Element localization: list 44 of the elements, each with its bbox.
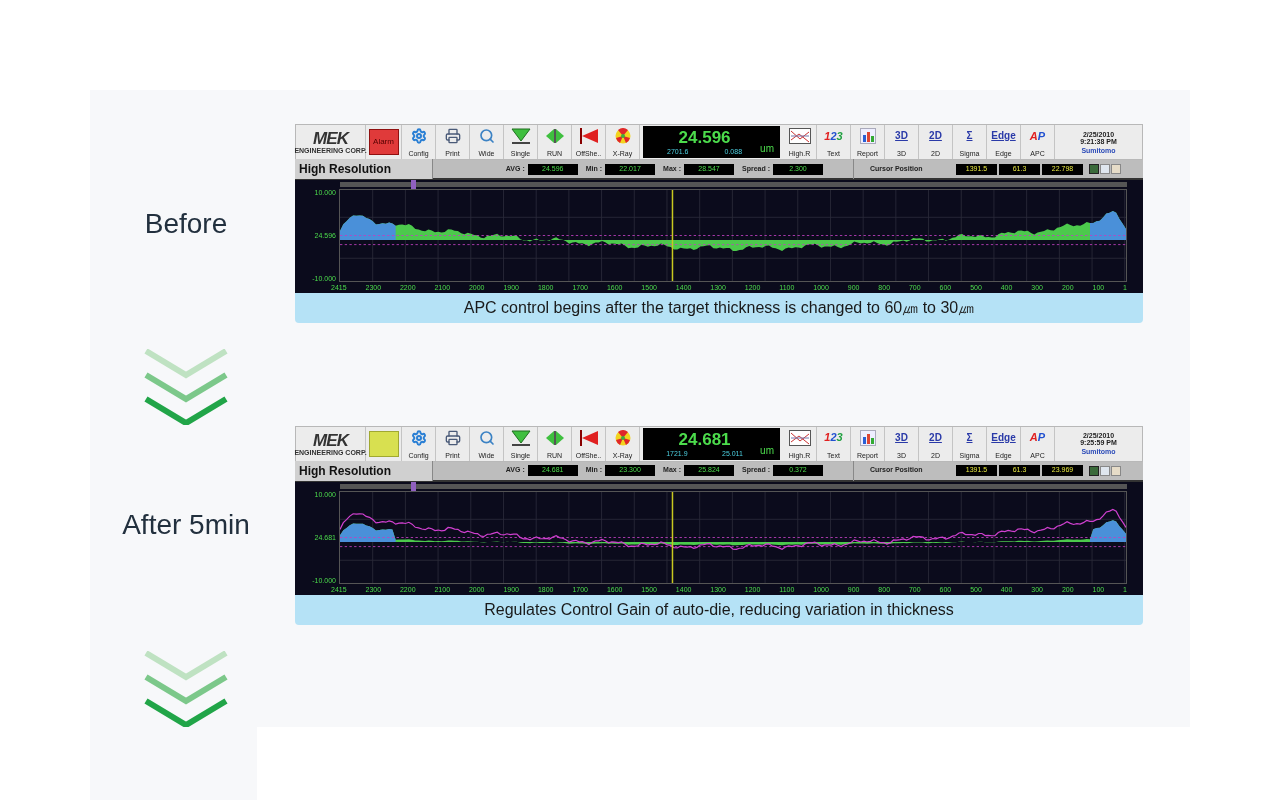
chevrons-down-icon bbox=[144, 349, 228, 425]
triangle-icon bbox=[510, 429, 531, 446]
gear-icon bbox=[410, 128, 427, 144]
caption-bar: APC control begins after the target thickness is changed to 60㎛ to 30㎛ bbox=[295, 293, 1143, 323]
view-title: High Resolution bbox=[295, 460, 433, 481]
bar-chart-icon bbox=[859, 429, 876, 446]
radiation-icon bbox=[613, 429, 632, 446]
view-title: High Resolution bbox=[295, 159, 433, 179]
chevrons-down-icon bbox=[144, 650, 228, 727]
scroll-track[interactable] bbox=[340, 483, 1127, 489]
section-label: After 5min bbox=[122, 508, 250, 542]
bar-chart-icon bbox=[859, 128, 876, 144]
caption-bar: Regulates Control Gain of auto-die, reducing variation in thickness bbox=[295, 594, 1143, 625]
glyph-icon: 123 bbox=[824, 432, 843, 443]
flag-icon bbox=[578, 429, 599, 446]
magnifier-icon bbox=[478, 429, 495, 446]
glyph-icon: AP bbox=[1029, 432, 1046, 443]
glyph-icon: 3D bbox=[895, 131, 908, 141]
radiation-icon bbox=[613, 128, 632, 144]
glyph-icon: 123 bbox=[824, 130, 843, 142]
flag-icon bbox=[578, 128, 599, 144]
magnifier-icon bbox=[478, 128, 495, 144]
gear-icon bbox=[410, 429, 427, 446]
glyph-icon: Σ bbox=[966, 131, 973, 141]
glyph-icon: Σ bbox=[966, 432, 973, 443]
printer-icon bbox=[444, 128, 461, 144]
section-label: Before bbox=[144, 206, 228, 241]
glyph-icon: 3D bbox=[895, 432, 908, 443]
glyph-icon: 2D bbox=[929, 131, 942, 141]
glyph-icon: AP bbox=[1029, 130, 1046, 142]
line-graph-icon bbox=[788, 128, 811, 144]
alarm-indicator[interactable] bbox=[368, 430, 399, 457]
diamond-icon bbox=[544, 128, 565, 144]
scroll-thumb[interactable] bbox=[410, 481, 416, 491]
triangle-icon bbox=[510, 128, 531, 144]
glyph-icon: Edge bbox=[991, 432, 1016, 443]
printer-icon bbox=[444, 429, 461, 446]
alarm-indicator[interactable]: Alarm bbox=[368, 129, 399, 155]
scroll-track[interactable] bbox=[340, 182, 1127, 187]
glyph-icon: 2D bbox=[929, 432, 942, 443]
diamond-icon bbox=[544, 429, 565, 446]
line-graph-icon bbox=[788, 429, 811, 446]
scroll-thumb[interactable] bbox=[410, 180, 416, 189]
glyph-icon: Edge bbox=[991, 131, 1016, 141]
